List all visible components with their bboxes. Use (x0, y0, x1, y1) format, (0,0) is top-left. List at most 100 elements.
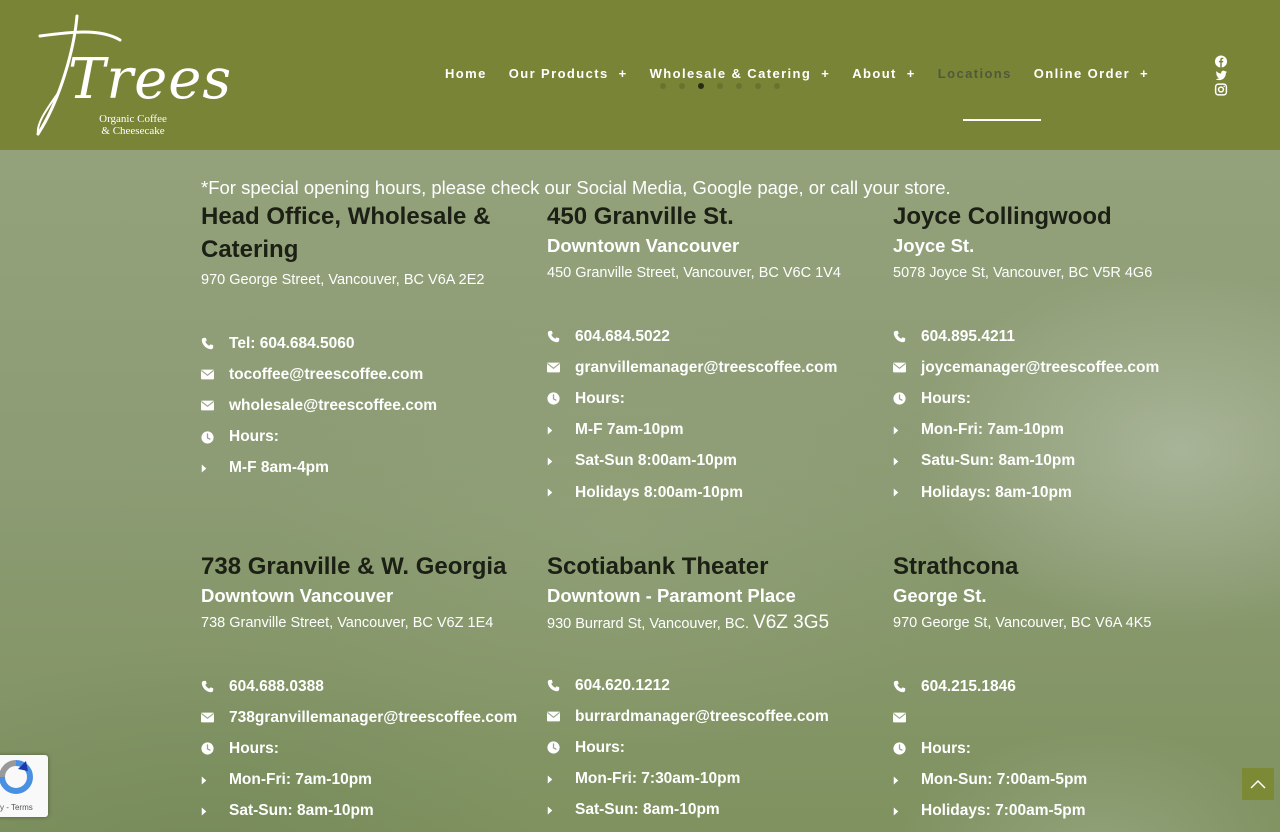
phone-icon (201, 337, 229, 350)
detail-row: Mon-Fri: 7:30am-10pm (547, 764, 877, 795)
location-subtitle: George St. (893, 585, 987, 606)
slider-dot[interactable] (679, 83, 685, 89)
detail-text: M-F 7am-10pm (575, 421, 684, 439)
location-details: 604.688.0388 738granvillemanager@treescof… (201, 671, 531, 832)
phone-link[interactable]: Tel: 604.684.5060 (229, 335, 355, 353)
detail-text: Sat-Sun 8:00am-10pm (575, 452, 737, 470)
detail-row: tocoffee@treescoffee.com (201, 359, 531, 390)
email-link[interactable]: granvillemanager@treescoffee.com (575, 359, 837, 377)
detail-text: Mon-Fri: 7am-10pm (229, 771, 372, 789)
detail-row: Tel: 604.684.5060 (201, 328, 531, 359)
detail-row: 604.688.0388 (201, 671, 531, 702)
scroll-to-top-button[interactable] (1242, 768, 1274, 800)
detail-row: M-F 7am-10pm (547, 415, 877, 446)
location-card: 738 Granville & W. Georgia Downtown Vanco… (201, 550, 531, 832)
detail-row: 604.620.1212 (547, 670, 877, 701)
email-link[interactable]: 738granvillemanager@treescoffee.com (229, 709, 517, 727)
location-card: Head Office, Wholesale & Catering 970 Geo… (201, 200, 531, 484)
detail-text: Hours: (575, 738, 625, 756)
detail-row: Hours: (201, 422, 531, 453)
slider-dot[interactable] (774, 83, 780, 89)
detail-row: Hours: (547, 732, 877, 763)
location-address: 970 George St, Vancouver, BC V6A 4K5 (893, 613, 1223, 633)
address-text: 970 George Street, Vancouver, BC V6A 2E2 (201, 272, 485, 288)
nav-locations[interactable]: Locations (938, 66, 1012, 86)
slider-dot[interactable] (736, 83, 742, 89)
location-details: 604.620.1212 burrardmanager@treescoffee.c… (547, 670, 877, 832)
chevron-up-icon (1250, 779, 1266, 789)
nav-home[interactable]: Home (445, 66, 487, 86)
plus-icon[interactable]: + (1140, 66, 1149, 81)
caret-right-icon (893, 457, 921, 466)
caret-right-icon (547, 426, 575, 435)
slider-dot-active[interactable] (698, 83, 704, 89)
nav-our-products[interactable]: Our Products + (509, 66, 628, 86)
phone-link[interactable]: 604.684.5022 (575, 328, 670, 346)
nav-about[interactable]: About + (852, 66, 916, 86)
recaptcha-badge[interactable]: cy - Terms (0, 755, 48, 817)
instagram-icon[interactable] (1214, 83, 1228, 96)
detail-row: Holidays: 8am-10pm (893, 477, 1223, 508)
location-title: Scotiabank Theater (547, 553, 769, 580)
address-text: 738 Granville Street, Vancouver, BC V6Z … (201, 615, 494, 631)
slider-dot[interactable] (717, 83, 723, 89)
location-card: Scotiabank Theater Downtown - Paramont Pl… (547, 550, 877, 832)
nav-online-order[interactable]: Online Order + (1034, 66, 1149, 86)
detail-row: Holidays: 7:00am-5pm (893, 796, 1223, 827)
detail-text: Hours: (229, 739, 279, 757)
detail-row: Holidays: 8am-9pm (201, 827, 531, 832)
main-nav: Home Our Products + Wholesale & Catering +… (445, 66, 1171, 86)
detail-row: 738granvillemanager@treescoffee.com (201, 702, 531, 733)
detail-text: Hours: (575, 389, 625, 407)
twitter-icon[interactable] (1214, 69, 1228, 82)
caret-right-icon (201, 464, 229, 473)
email-link[interactable]: tocoffee@treescoffee.com (229, 366, 423, 384)
phone-link[interactable]: 604.895.4211 (921, 328, 1015, 346)
detail-row: burrardmanager@treescoffee.com (547, 701, 877, 732)
slider-dot[interactable] (660, 83, 666, 89)
phone-link[interactable]: 604.215.1846 (921, 678, 1016, 696)
location-title: Strathcona (893, 553, 1019, 580)
phone-link[interactable]: 604.620.1212 (575, 677, 670, 695)
logo-wordmark: Trees (68, 47, 233, 112)
detail-text: Sat-Sun: 8am-10pm (575, 801, 720, 819)
detail-row: 604.684.5022 (547, 321, 877, 352)
location-title: Head Office, Wholesale & Catering (201, 203, 491, 263)
detail-text: M-F 8am-4pm (229, 459, 329, 477)
location-address: 738 Granville Street, Vancouver, BC V6Z … (201, 613, 531, 633)
detail-row: Mon-Fri: 7am-10pm (201, 765, 531, 796)
location-title: 738 Granville & W. Georgia (201, 553, 507, 580)
detail-row: Mon-Fri: 7am-10pm (893, 415, 1223, 446)
facebook-icon[interactable] (1214, 55, 1228, 68)
caret-right-icon (547, 457, 575, 466)
email-link[interactable]: burrardmanager@treescoffee.com (575, 708, 829, 726)
detail-row: Hours: (201, 733, 531, 764)
email-link[interactable]: joycemanager@treescoffee.com (921, 359, 1159, 377)
detail-row: joycemanager@treescoffee.com (893, 352, 1223, 383)
address-text: 5078 Joyce St, Vancouver, BC V5R 4G6 (893, 265, 1153, 281)
location-subtitle: Downtown - Paramont Place (547, 585, 796, 606)
active-nav-underline (963, 119, 1041, 121)
detail-row: Hours: (893, 383, 1223, 414)
detail-row: Holidays: 8am-10pm (547, 826, 877, 832)
email-link[interactable]: wholesale@treescoffee.com (229, 397, 437, 415)
envelope-icon (547, 362, 575, 373)
detail-text: Holidays 8:00am-10pm (575, 483, 743, 501)
envelope-icon (201, 712, 229, 723)
detail-row: Sat-Sun: 8am-10pm (201, 796, 531, 827)
caret-right-icon (893, 488, 921, 497)
location-details: 604.895.4211 joycemanager@treescoffee.com… (893, 321, 1223, 508)
detail-row: 604.215.1846 (893, 671, 1223, 702)
recaptcha-icon (0, 760, 33, 794)
slider-dot[interactable] (755, 83, 761, 89)
location-address: 970 George Street, Vancouver, BC V6A 2E2 (201, 270, 531, 290)
plus-icon[interactable]: + (907, 66, 916, 81)
address-text: 970 George St, Vancouver, BC V6A 4K5 (893, 615, 1152, 631)
clock-icon (893, 742, 921, 756)
phone-link[interactable]: 604.688.0388 (229, 678, 324, 696)
plus-icon[interactable]: + (821, 66, 830, 81)
caret-right-icon (893, 807, 921, 816)
plus-icon[interactable]: + (619, 66, 628, 81)
recaptcha-terms-link[interactable]: cy - Terms (0, 803, 33, 812)
trees-logo[interactable]: Trees Organic Coffee & Cheesecake (30, 10, 231, 140)
